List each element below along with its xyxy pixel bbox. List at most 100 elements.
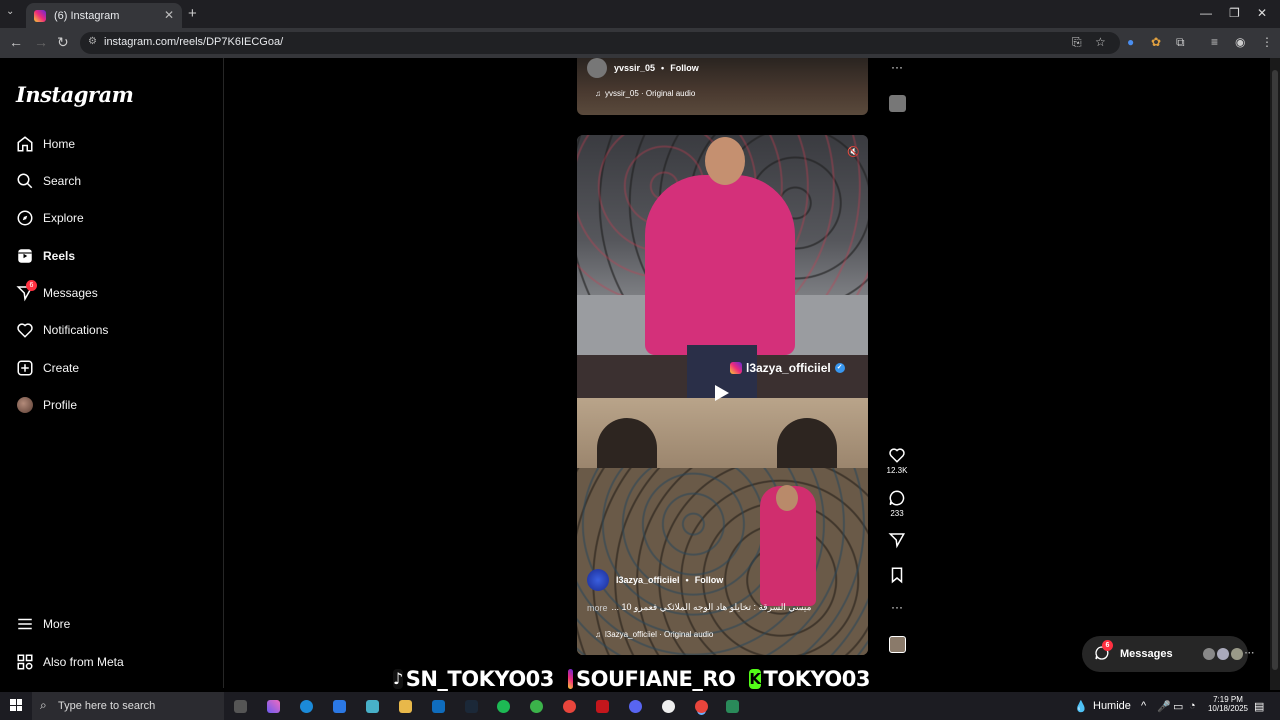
steam-icon[interactable] <box>465 700 478 713</box>
browser-tab[interactable]: (6) Instagram ✕ <box>26 3 182 28</box>
clock[interactable]: 7:19 PM 10/18/2025 <box>1205 695 1251 713</box>
mute-icon[interactable]: 🔇 <box>847 147 859 158</box>
calculator-icon[interactable] <box>726 700 739 713</box>
sidebar-item-explore[interactable]: Explore <box>16 206 84 230</box>
obs-icon[interactable] <box>662 700 675 713</box>
watermark-username: l3azya_officiiel <box>746 361 831 375</box>
sidebar-item-search[interactable]: Search <box>16 169 81 193</box>
share-icon <box>888 533 906 549</box>
sidebar-item-label: Also from Meta <box>43 655 124 669</box>
browser-menu-icon[interactable]: ⋮ <box>1261 35 1273 49</box>
spotify-icon[interactable] <box>497 700 510 713</box>
follow-button[interactable]: Follow <box>695 575 724 585</box>
person-pink-jacket <box>645 175 795 355</box>
sidebar-item-also-from-meta[interactable]: Also from Meta <box>16 650 124 674</box>
address-bar[interactable]: ⚙ instagram.com/reels/DP7K6IECGoa/ <box>80 32 1120 54</box>
sidebar-item-label: Profile <box>43 398 78 412</box>
discord-icon[interactable] <box>629 700 642 713</box>
outlook-icon[interactable] <box>432 700 445 713</box>
reel-top-frame <box>577 135 868 398</box>
reel-author: l3azya_officiiel • Follow <box>587 569 723 591</box>
notification-center-icon[interactable]: ▤ <box>1254 700 1264 713</box>
profile-avatar-icon[interactable]: ◉ <box>1235 35 1245 49</box>
kick-icon: K <box>749 669 761 689</box>
forward-icon[interactable]: → <box>34 34 48 50</box>
chrome-icon[interactable] <box>563 700 576 713</box>
search-icon: ⌕ <box>40 698 47 712</box>
utorrent-icon[interactable] <box>530 700 543 713</box>
taskbar-search-box[interactable]: ⌕ Type here to search <box>32 692 224 720</box>
like-button[interactable]: 12.3K <box>886 446 908 475</box>
bicycle-pile <box>577 468 868 655</box>
sidebar-item-notifications[interactable]: Notifications <box>16 318 108 342</box>
meta-apps-icon <box>16 653 34 671</box>
store-icon[interactable] <box>333 700 346 713</box>
save-button[interactable] <box>886 566 908 586</box>
windows-start-icon[interactable] <box>10 699 22 711</box>
author-avatar[interactable] <box>587 569 609 591</box>
install-app-icon[interactable]: ⎘ <box>1072 35 1082 50</box>
media-control-icon[interactable]: ≡ <box>1211 35 1218 49</box>
more-options-icon[interactable]: ··· <box>886 600 908 614</box>
sidebar-item-reels[interactable]: Reels <box>16 244 75 268</box>
tray-chevron-icon[interactable]: ^ <box>1141 700 1146 712</box>
bookmark-icon <box>891 567 903 584</box>
recent-chats-avatars: ··· <box>1202 648 1255 660</box>
new-tab-icon[interactable]: + <box>188 5 197 22</box>
maximize-icon[interactable]: ❐ <box>1229 6 1240 20</box>
reel-audio[interactable]: ♫ l3azya_officiiel · Original audio <box>595 630 713 639</box>
comment-button[interactable]: 233 <box>886 489 908 518</box>
minimize-icon[interactable]: — <box>1200 6 1212 20</box>
sidebar-item-more[interactable]: More <box>16 612 70 636</box>
tiktok-icon: ♪ <box>393 669 403 689</box>
weather-label[interactable]: Humide <box>1093 700 1131 712</box>
instagram-logo[interactable]: Instagram <box>16 82 134 107</box>
extensions-puzzle-icon[interactable]: ⧉ <box>1176 35 1185 50</box>
previous-reel-video[interactable]: yvssir_05 • Follow ♫ yvssir_05 · Origina… <box>577 58 868 115</box>
reload-icon[interactable]: ↻ <box>57 34 69 51</box>
copilot-icon[interactable] <box>267 700 280 713</box>
prev-reel-avatar[interactable] <box>587 58 607 78</box>
audio-thumbnail[interactable] <box>886 636 908 653</box>
sidebar-item-home[interactable]: Home <box>16 132 75 156</box>
home-icon <box>16 135 34 153</box>
extension-orange-icon[interactable]: ✿ <box>1151 35 1161 49</box>
reel-caption[interactable]: more ميسي السرقة : تخايلو هاد الوجه المل… <box>587 602 811 613</box>
file-explorer-icon[interactable] <box>399 700 412 713</box>
clock-date: 10/18/2025 <box>1207 704 1249 713</box>
sidebar-item-create[interactable]: Create <box>16 356 79 380</box>
prev-reel-audio-label: yvssir_05 · Original audio <box>605 89 696 98</box>
play-icon[interactable] <box>715 385 729 401</box>
messages-pill[interactable]: 6 Messages ··· <box>1082 636 1255 672</box>
close-window-icon[interactable]: ✕ <box>1257 6 1267 20</box>
close-tab-icon[interactable]: ✕ <box>164 8 174 22</box>
sidebar-item-label: Messages <box>43 286 98 300</box>
volume-icon[interactable]: ◔ <box>1189 700 1196 712</box>
main-reel-video[interactable]: 🔇 l3azya_officiiel ✓ l3azya_officiiel • … <box>577 135 868 655</box>
messenger-icon: 6 <box>16 280 37 302</box>
prev-more-options-icon[interactable]: ··· <box>886 60 908 74</box>
author-username[interactable]: l3azya_officiiel <box>616 575 680 585</box>
share-button[interactable] <box>886 531 908 551</box>
prev-reel-username[interactable]: yvssir_05 <box>614 63 655 73</box>
tab-search-icon[interactable]: ⌄ <box>6 6 14 17</box>
caption-more-link[interactable]: more <box>587 603 608 613</box>
prev-reel-audio[interactable]: ♫ yvssir_05 · Original audio <box>595 89 695 98</box>
app-red-icon[interactable] <box>596 700 609 713</box>
chrome-active-icon[interactable] <box>695 700 708 713</box>
microphone-icon[interactable]: 🎤 <box>1157 700 1171 713</box>
scrollbar-thumb[interactable] <box>1272 70 1278 670</box>
prev-reel-follow-button[interactable]: Follow <box>670 63 699 73</box>
prev-audio-thumbnail[interactable] <box>886 95 908 112</box>
task-view-icon[interactable] <box>234 700 247 713</box>
bookmark-star-icon[interactable]: ☆ <box>1095 35 1106 49</box>
network-icon[interactable]: ▭ <box>1173 700 1183 713</box>
sidebar-item-profile[interactable]: Profile <box>16 393 77 417</box>
back-icon[interactable]: ← <box>9 34 23 50</box>
edge-icon[interactable] <box>300 700 313 713</box>
site-info-icon[interactable]: ⚙ <box>88 36 97 47</box>
sidebar-item-messages[interactable]: 6 Messages <box>16 280 98 305</box>
extension-blue-icon[interactable]: ● <box>1127 35 1134 49</box>
clock-time: 7:19 PM <box>1213 695 1243 704</box>
app-icon[interactable] <box>366 700 379 713</box>
